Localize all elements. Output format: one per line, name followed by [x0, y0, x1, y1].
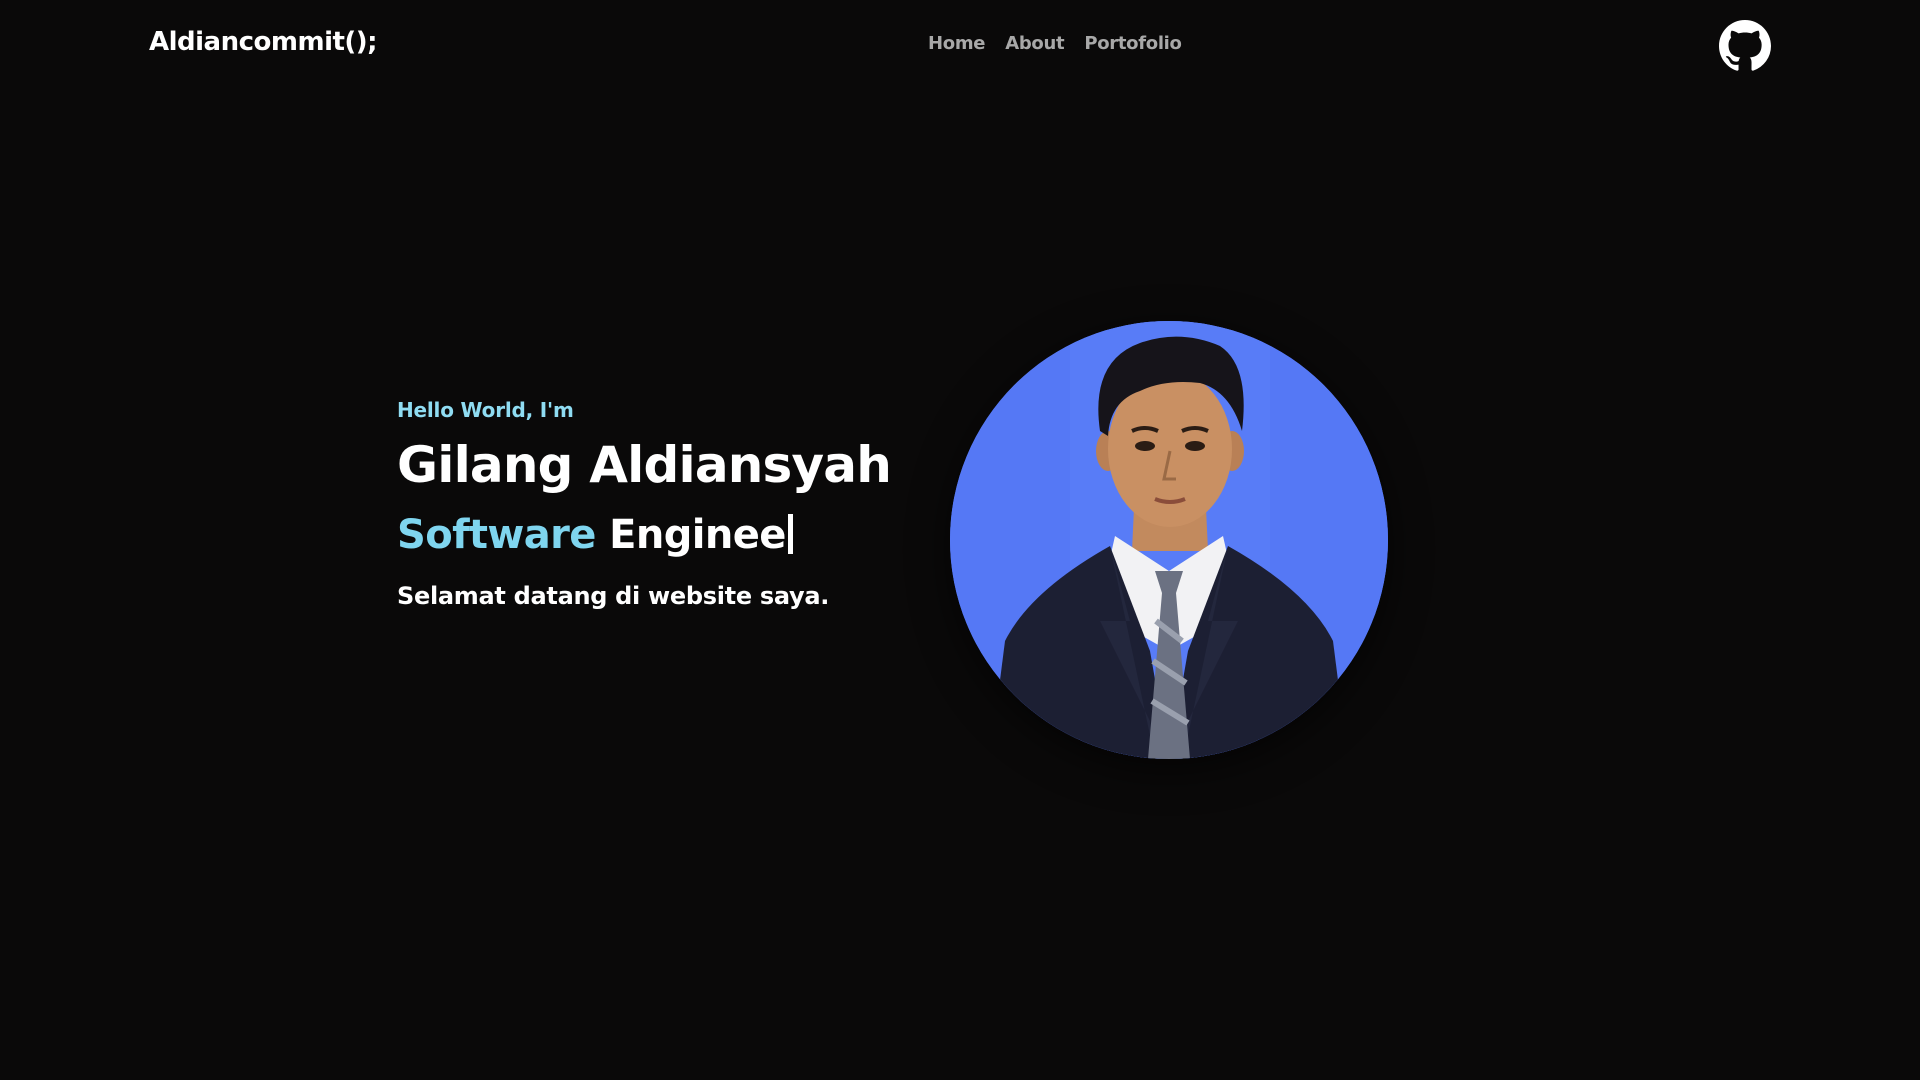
role-rest: Enginee — [595, 512, 786, 558]
page: Aldiancommit(); Home About Portofolio He… — [0, 0, 1920, 1080]
navbar: Aldiancommit(); Home About Portofolio — [0, 0, 1920, 90]
nav-link-home[interactable]: Home — [928, 33, 986, 54]
hero-greeting: Hello World, I'm — [397, 398, 574, 422]
nav-link-about[interactable]: About — [1005, 33, 1064, 54]
role-highlight: Software — [397, 512, 596, 558]
hero-role: Software Enginee — [397, 512, 891, 558]
hero-subtitle: Selamat datang di website saya. — [397, 582, 830, 610]
hero-intro: Hello World, I'm Gilang Aldiansyah Softw… — [397, 398, 892, 610]
nav-link-portofolio[interactable]: Portofolio — [1084, 33, 1182, 54]
github-icon[interactable] — [1719, 20, 1771, 72]
nav-links: Home About Portofolio — [928, 33, 1182, 54]
typing-cursor — [787, 514, 793, 554]
brand-logo[interactable]: Aldiancommit(); — [149, 27, 378, 57]
hero-name: Gilang Aldiansyah — [397, 436, 892, 494]
portrait-photo — [950, 321, 1388, 759]
